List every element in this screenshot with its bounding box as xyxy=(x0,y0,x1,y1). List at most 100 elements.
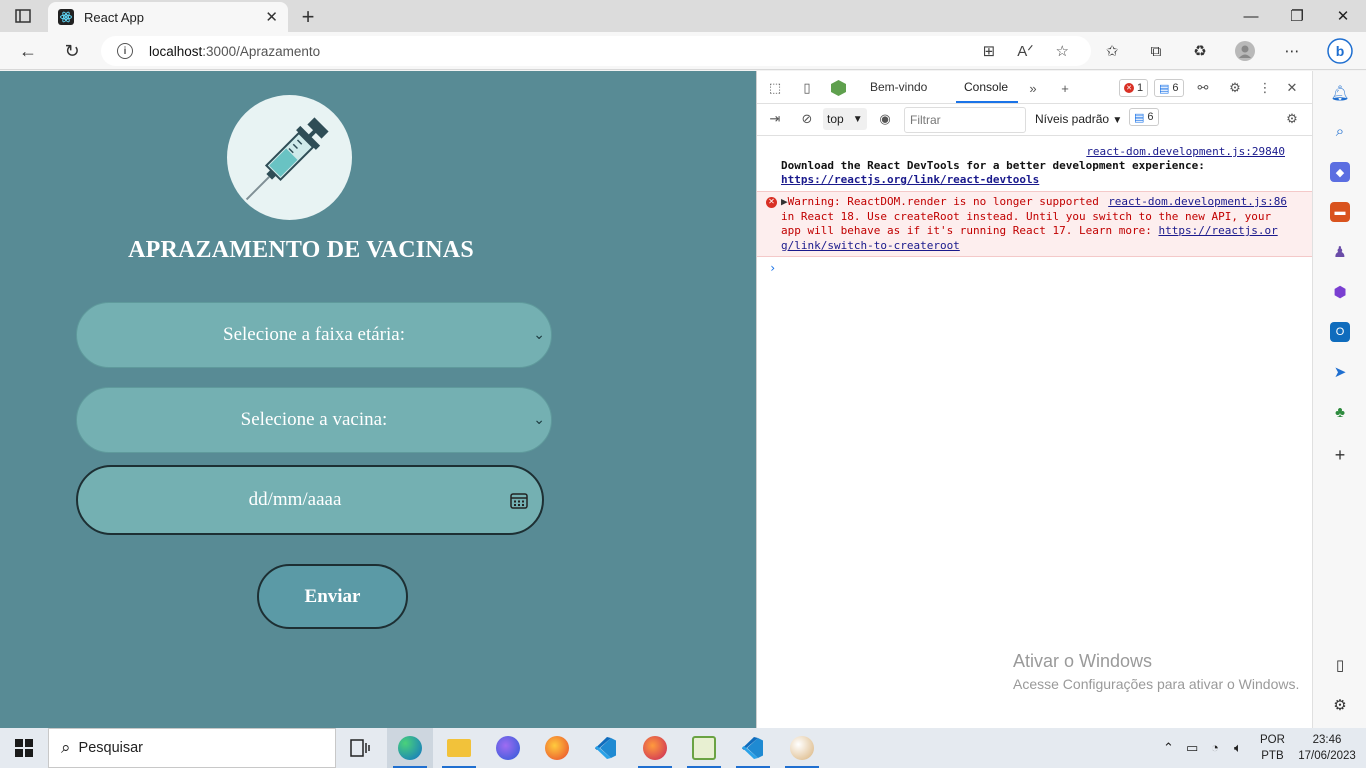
sidebar-layout-icon[interactable]: ▯ xyxy=(1330,655,1350,675)
games-icon[interactable]: ♟ xyxy=(1330,242,1350,262)
issues-count-badge[interactable]: ▤ 6 xyxy=(1129,108,1159,126)
system-clock[interactable]: 23:46 17/06/2023 xyxy=(1296,732,1358,764)
taskbar-search[interactable]: ⌕ Pesquisar xyxy=(48,728,336,768)
window-close-icon[interactable]: ✕ xyxy=(1320,0,1366,32)
favorite-star-icon[interactable]: ☆ xyxy=(1056,42,1069,60)
vaccine-select[interactable]: Selecione a vacina: ⌄ xyxy=(76,387,552,453)
live-expression-eye-icon[interactable]: ◉ xyxy=(876,110,894,128)
context-select-value: top xyxy=(827,112,844,126)
collections-icon[interactable]: ⧉ xyxy=(1145,41,1167,61)
address-bar: ← ↻ i localhost:3000/Aprazamento ⊞ Aᐟ ☆ … xyxy=(0,32,1366,70)
console-message-error: ✕ react-dom.development.js:86 ▶Warning: … xyxy=(757,191,1313,257)
close-tab-icon[interactable]: ✕ xyxy=(265,8,278,26)
devtools-close-icon[interactable]: ✕ xyxy=(1283,79,1301,97)
sidebar-toggle-icon[interactable]: ⇥ xyxy=(766,110,784,128)
app-page: APRAZAMENTO DE VACINAS Selecione a faixa… xyxy=(0,71,756,728)
apps-icon[interactable]: ⊞ xyxy=(983,42,996,60)
notifications-bell-icon[interactable]: 🔔︎ xyxy=(1330,83,1350,103)
submit-button[interactable]: Enviar xyxy=(257,564,408,629)
firefox-nightly-icon[interactable] xyxy=(632,728,678,768)
tab-welcome[interactable]: Bem-vindo xyxy=(870,80,927,94)
log-levels-select[interactable]: Níveis padrão ▼ xyxy=(1035,112,1122,126)
tree-icon[interactable]: ♣ xyxy=(1330,402,1350,422)
search-icon: ⌕ xyxy=(61,738,71,757)
tray-chevron-up-icon[interactable]: ⌃ xyxy=(1163,740,1174,756)
filter-input[interactable]: Filtrar xyxy=(904,107,1026,133)
devtools-toolbar: ⬚ ▯ Bem-vindo Console » + ✕ 1 ▤ 6 ⚯ ⚙ ⋮ … xyxy=(757,71,1313,104)
battery-icon[interactable]: ▭ xyxy=(1186,740,1198,756)
message-source-link[interactable]: react-dom.development.js:86 xyxy=(1108,195,1287,210)
vscode-icon-2[interactable] xyxy=(730,728,776,768)
volume-icon[interactable]: 🔈︎ xyxy=(1234,740,1242,756)
minimize-icon[interactable]: — xyxy=(1228,0,1274,32)
inspect-element-icon[interactable]: ⬚ xyxy=(766,79,784,97)
search-icon[interactable]: ⌕ xyxy=(1330,121,1350,141)
message-source-link[interactable]: react-dom.development.js:29840 xyxy=(781,145,1285,159)
refresh-icon[interactable]: ↻ xyxy=(59,39,85,63)
edge-taskbar-icon[interactable] xyxy=(387,728,433,768)
console-prompt-icon[interactable]: › xyxy=(757,257,1313,279)
input-language[interactable]: POR PTB xyxy=(1260,732,1285,764)
file-explorer-icon[interactable] xyxy=(436,728,482,768)
calendar-icon[interactable] xyxy=(510,492,528,509)
clear-console-icon[interactable]: ⊘ xyxy=(798,110,816,128)
vscode-icon[interactable] xyxy=(583,728,629,768)
windows-start-icon[interactable] xyxy=(15,739,33,757)
more-menu-icon[interactable]: ⋯ xyxy=(1281,41,1303,61)
browser-tab[interactable]: React App ✕ xyxy=(48,2,288,32)
more-tabs-icon[interactable]: » xyxy=(1024,79,1042,97)
office-icon[interactable]: ⬢ xyxy=(1330,282,1350,302)
date-input[interactable]: dd/mm/aaaa xyxy=(76,465,544,535)
windows-activation-watermark: Ativar o Windows Acesse Configurações pa… xyxy=(1013,651,1299,692)
expand-triangle-icon[interactable]: ▶ xyxy=(781,195,788,208)
devtools-menu-icon[interactable]: ⋮ xyxy=(1256,79,1274,97)
site-info-icon[interactable]: i xyxy=(117,43,133,59)
shopping-tag-icon[interactable]: ◆ xyxy=(1330,162,1350,182)
sidebar-settings-gear-icon[interactable]: ⚙ xyxy=(1330,695,1350,715)
favorites-icon[interactable]: ✩ xyxy=(1101,41,1123,61)
error-count-badge[interactable]: ✕ 1 xyxy=(1119,79,1149,97)
caret-down-icon: ▼ xyxy=(852,113,863,125)
tab-console[interactable]: Console xyxy=(964,80,1008,94)
back-arrow-icon[interactable]: ← xyxy=(15,39,41,63)
node-hexagon-icon[interactable] xyxy=(829,79,847,97)
add-tab-icon[interactable]: + xyxy=(1056,79,1074,97)
error-icon: ✕ xyxy=(766,197,777,208)
task-view-icon[interactable] xyxy=(337,728,383,768)
age-group-select[interactable]: Selecione a faixa etária: ⌄ xyxy=(76,302,552,368)
devtools-link[interactable]: https://reactjs.org/link/react-devtools xyxy=(781,173,1039,186)
add-sidebar-app-icon[interactable]: + xyxy=(1330,445,1350,465)
profile-avatar-icon[interactable] xyxy=(1234,41,1256,61)
taskbar-search-placeholder: Pesquisar xyxy=(78,740,144,756)
message-count-badge[interactable]: ▤ 6 xyxy=(1154,79,1184,97)
firefox-developer-icon[interactable] xyxy=(485,728,531,768)
wifi-icon[interactable]: ◔ xyxy=(1211,740,1219,755)
notepad-plus-icon[interactable] xyxy=(681,728,727,768)
performance-icon[interactable]: ♻ xyxy=(1189,41,1211,61)
new-tab-icon[interactable]: + xyxy=(296,4,320,30)
tools-briefcase-icon[interactable]: ▬ xyxy=(1330,202,1350,222)
message-icon: ▤ xyxy=(1134,111,1145,124)
watermark-subtitle: Acesse Configurações para ativar o Windo… xyxy=(1013,676,1300,692)
console-settings-gear-icon[interactable]: ⚙ xyxy=(1283,110,1301,128)
send-icon[interactable]: ➤ xyxy=(1330,362,1350,382)
context-select[interactable]: top ▼ xyxy=(823,108,867,130)
connect-icon[interactable]: ⚯ xyxy=(1194,79,1212,97)
console-toolbar: ⇥ ⊘ top ▼ ◉ Filtrar Níveis padrão ▼ ▤ 6 … xyxy=(757,104,1313,136)
keyboard-layout: PTB xyxy=(1261,750,1284,762)
age-group-select-label: Selecione a faixa etária: xyxy=(223,324,405,345)
message-count: 6 xyxy=(1172,82,1179,94)
tab-title: React App xyxy=(84,9,144,25)
console-message-info: react-dom.development.js:29840 Download … xyxy=(757,137,1313,191)
settings-gear-icon[interactable]: ⚙ xyxy=(1226,79,1244,97)
paint-icon[interactable] xyxy=(779,728,825,768)
device-emulation-icon[interactable]: ▯ xyxy=(798,79,816,97)
clock-date: 17/06/2023 xyxy=(1298,750,1356,762)
firefox-icon[interactable] xyxy=(534,728,580,768)
maximize-icon[interactable]: ❐ xyxy=(1274,0,1320,32)
url-field[interactable]: i localhost:3000/Aprazamento ⊞ Aᐟ ☆ xyxy=(101,36,1091,66)
read-aloud-icon[interactable]: Aᐟ xyxy=(1017,42,1033,60)
bing-copilot-icon[interactable]: b xyxy=(1326,37,1354,65)
tab-actions-icon[interactable] xyxy=(12,6,34,26)
outlook-icon[interactable]: O xyxy=(1330,322,1350,342)
